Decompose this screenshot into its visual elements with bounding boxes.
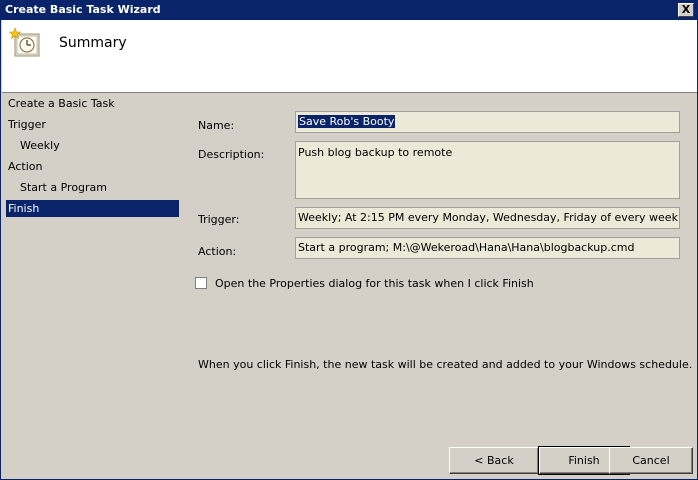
page-title: Summary: [59, 35, 127, 51]
action-field[interactable]: Start a program; M:\@Wekeroad\Hana\Hana\…: [295, 237, 680, 259]
name-field[interactable]: Save Rob's Booty: [295, 111, 680, 133]
trigger-label: Trigger:: [198, 213, 240, 226]
sidebar-item-weekly[interactable]: Weekly: [20, 137, 178, 154]
name-value: Save Rob's Booty: [298, 115, 396, 128]
window-title: Create Basic Task Wizard: [5, 3, 161, 16]
open-properties-checkbox[interactable]: [195, 277, 207, 289]
trigger-field[interactable]: Weekly; At 2:15 PM every Monday, Wednesd…: [295, 207, 680, 229]
cancel-button[interactable]: Cancel: [609, 447, 693, 474]
finish-info-text: When you click Finish, the new task will…: [198, 358, 693, 371]
sidebar-item-create-basic-task[interactable]: Create a Basic Task: [8, 95, 178, 112]
sidebar-item-finish[interactable]: Finish: [6, 200, 179, 217]
close-button[interactable]: X: [678, 3, 694, 17]
sidebar-item-action[interactable]: Action: [8, 158, 178, 175]
wizard-header: Summary: [2, 20, 697, 93]
task-scheduler-clock-icon: [9, 27, 40, 57]
wizard-window: Create Basic Task Wizard X Summary Creat…: [0, 0, 698, 480]
name-label: Name:: [198, 119, 235, 132]
title-bar[interactable]: Create Basic Task Wizard X: [1, 1, 697, 20]
sidebar-item-trigger[interactable]: Trigger: [8, 116, 178, 133]
open-properties-checkbox-label[interactable]: Open the Properties dialog for this task…: [215, 277, 534, 290]
wizard-steps-sidebar: Create a Basic Task Trigger Weekly Actio…: [2, 94, 188, 479]
action-label: Action:: [198, 245, 237, 258]
description-field[interactable]: Push blog backup to remote: [295, 141, 680, 199]
description-label: Description:: [198, 148, 265, 161]
back-button[interactable]: < Back: [449, 447, 539, 474]
sidebar-item-start-a-program[interactable]: Start a Program: [20, 179, 178, 196]
